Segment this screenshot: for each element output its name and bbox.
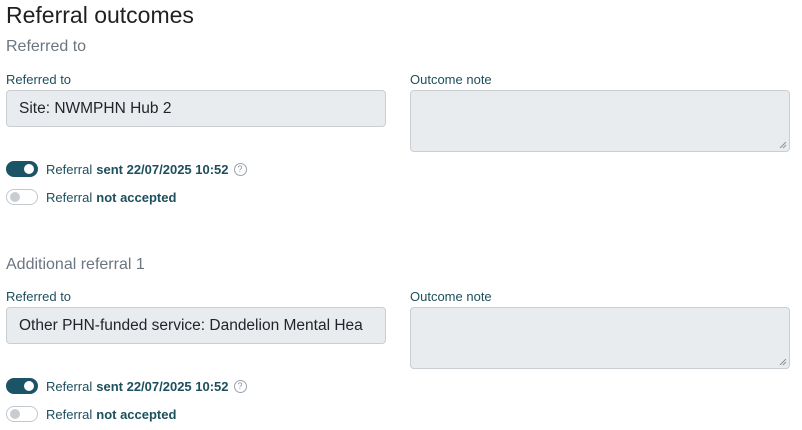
toggle-knob bbox=[10, 192, 20, 202]
outcome-note-textarea[interactable] bbox=[410, 90, 790, 152]
referral-sent-toggle-row: Referral sent 22/07/2025 10:52 ? bbox=[6, 161, 247, 177]
toggle-knob bbox=[10, 409, 20, 419]
referral-accepted-toggle-row: Referral not accepted bbox=[6, 406, 176, 422]
referral-accepted-toggle[interactable] bbox=[6, 189, 38, 205]
referral-accepted-toggle-row: Referral not accepted bbox=[6, 189, 176, 205]
referral-accepted-prefix: Referral bbox=[46, 189, 93, 205]
referral-accepted-toggle[interactable] bbox=[6, 406, 38, 422]
referral-accepted-status: not accepted bbox=[96, 406, 177, 422]
section-title-additional-referral-1: Additional referral 1 bbox=[6, 256, 145, 273]
referred-to-label: Referred to bbox=[6, 289, 72, 304]
outcome-note-label: Outcome note bbox=[410, 72, 492, 87]
outcome-note-label: Outcome note bbox=[410, 289, 492, 304]
toggle-knob bbox=[24, 381, 34, 391]
referred-to-input[interactable]: Other PHN-funded service: Dandelion Ment… bbox=[6, 307, 386, 344]
referral-sent-toggle-row: Referral sent 22/07/2025 10:52 ? bbox=[6, 378, 247, 394]
referred-to-input[interactable]: Site: NWMPHN Hub 2 bbox=[6, 90, 386, 127]
referral-accepted-prefix: Referral bbox=[46, 406, 93, 422]
referral-sent-status: sent 22/07/2025 10:52 bbox=[96, 378, 229, 394]
resize-handle-icon[interactable] bbox=[779, 141, 787, 149]
resize-handle-icon[interactable] bbox=[779, 358, 787, 366]
page-title: Referral outcomes bbox=[6, 2, 194, 28]
referral-sent-prefix: Referral bbox=[46, 378, 93, 394]
referred-to-label: Referred to bbox=[6, 72, 72, 87]
outcome-note-textarea[interactable] bbox=[410, 307, 790, 369]
help-icon[interactable]: ? bbox=[233, 162, 247, 176]
help-icon[interactable]: ? bbox=[233, 379, 247, 393]
referral-sent-prefix: Referral bbox=[46, 161, 93, 177]
referral-sent-toggle[interactable] bbox=[6, 378, 38, 394]
toggle-knob bbox=[24, 164, 34, 174]
referral-sent-toggle[interactable] bbox=[6, 161, 38, 177]
referral-sent-status: sent 22/07/2025 10:52 bbox=[96, 161, 229, 177]
referral-accepted-status: not accepted bbox=[96, 189, 177, 205]
section-title-referred-to: Referred to bbox=[6, 38, 87, 55]
